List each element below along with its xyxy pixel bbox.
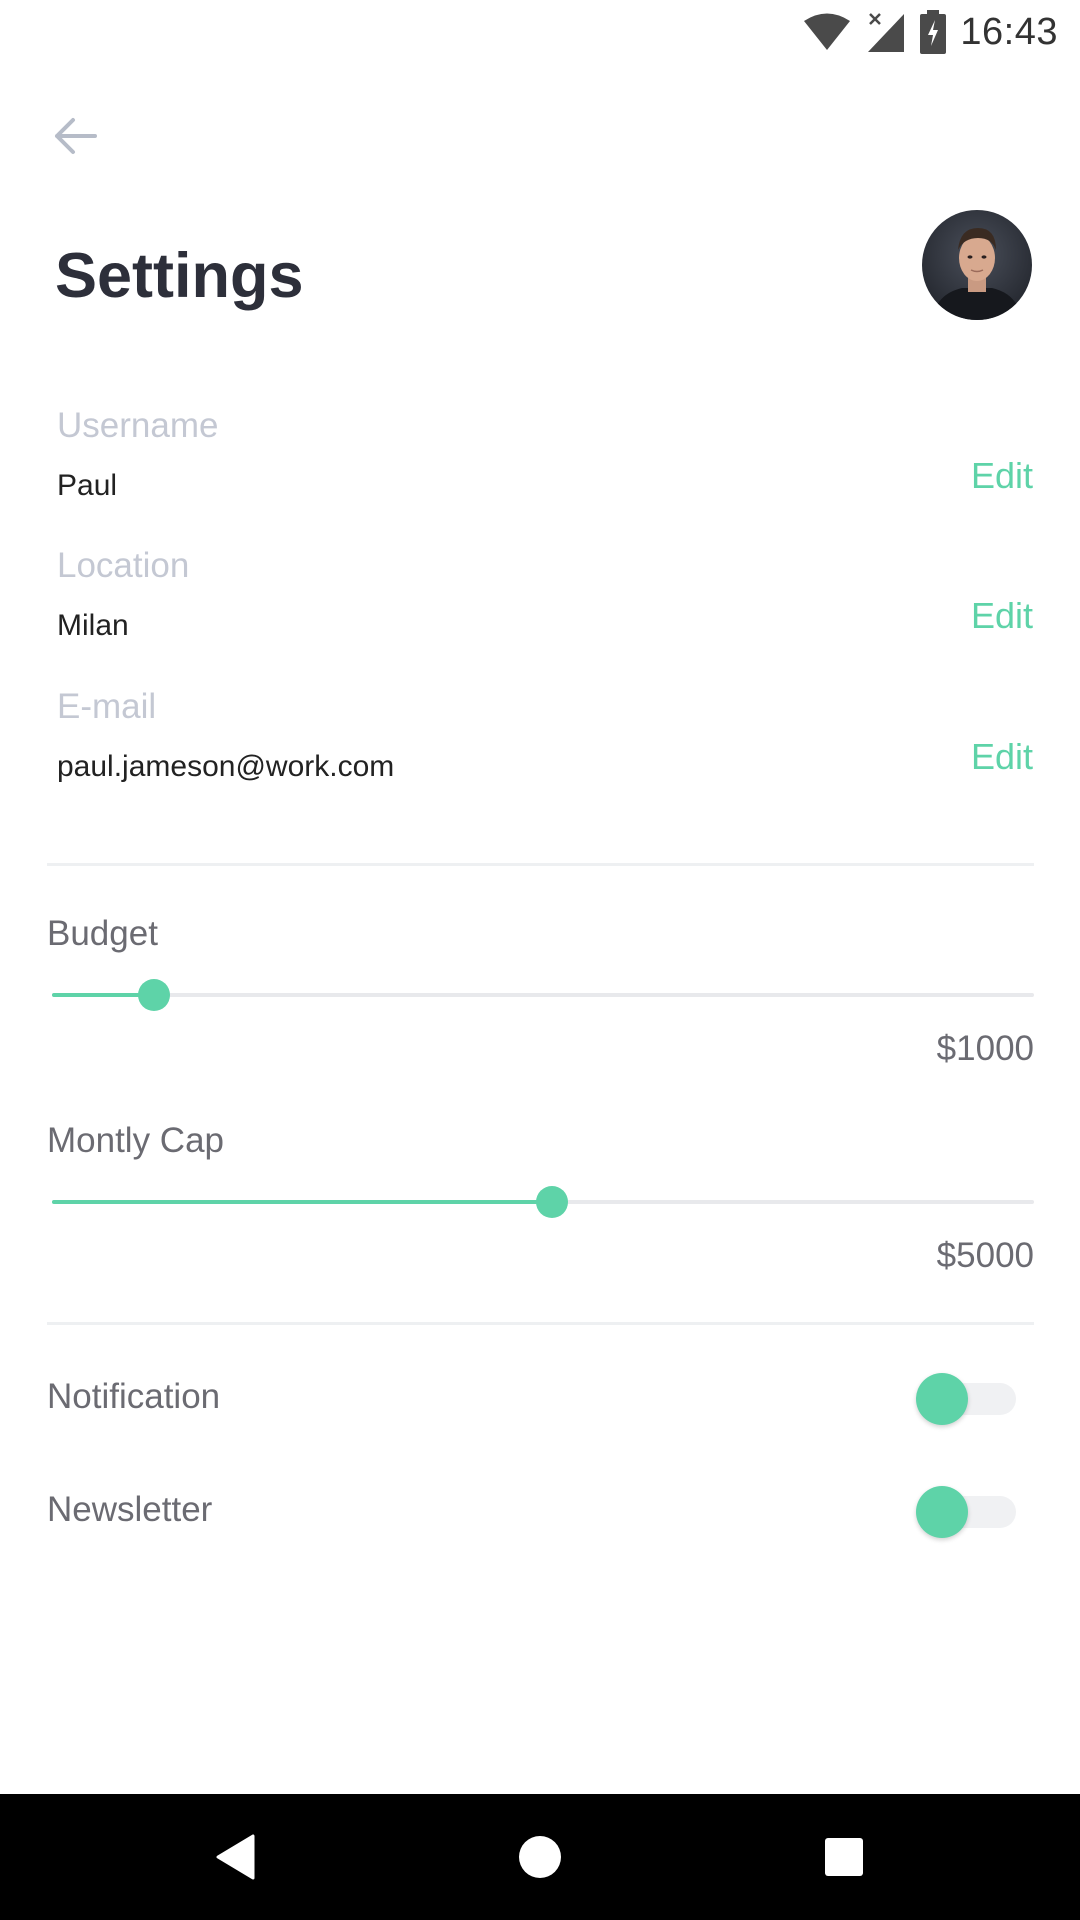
page-title: Settings bbox=[55, 241, 304, 311]
monthly-cap-label: Montly Cap bbox=[47, 1121, 225, 1160]
newsletter-row: Newsletter bbox=[47, 1480, 1034, 1540]
navigation-bar bbox=[0, 1794, 1080, 1920]
username-label: Username bbox=[57, 406, 219, 445]
edit-location-button[interactable]: Edit bbox=[971, 594, 1033, 638]
monthly-cap-value: $5000 bbox=[936, 1236, 1034, 1275]
location-field: Location Milan Edit bbox=[57, 544, 1035, 654]
nav-recents-button[interactable] bbox=[814, 1827, 874, 1887]
divider bbox=[47, 863, 1034, 866]
toggle-knob bbox=[916, 1373, 968, 1425]
monthly-cap-slider[interactable] bbox=[52, 1186, 1034, 1218]
monthly-cap-slider-block: Montly Cap $5000 bbox=[47, 1119, 1034, 1289]
monthly-cap-slider-fill bbox=[52, 1200, 552, 1204]
nav-home-button[interactable] bbox=[510, 1827, 570, 1887]
wifi-icon bbox=[804, 13, 851, 50]
username-field: Username Paul Edit bbox=[57, 404, 1035, 514]
status-bar: 16:43 bbox=[0, 0, 1080, 64]
budget-slider-thumb[interactable] bbox=[138, 979, 171, 1011]
budget-label: Budget bbox=[47, 914, 158, 953]
notification-toggle[interactable] bbox=[916, 1373, 1016, 1425]
avatar[interactable] bbox=[922, 210, 1032, 320]
battery-charging-icon bbox=[920, 10, 947, 54]
username-value: Paul bbox=[57, 469, 118, 502]
edit-email-button[interactable]: Edit bbox=[971, 735, 1033, 779]
monthly-cap-slider-thumb[interactable] bbox=[535, 1186, 568, 1218]
status-icons: 16:43 bbox=[802, 8, 1058, 56]
location-label: Location bbox=[57, 546, 190, 585]
edit-username-button[interactable]: Edit bbox=[971, 454, 1033, 498]
signal-no-data-icon bbox=[868, 13, 905, 52]
notification-row: Notification bbox=[47, 1367, 1034, 1427]
budget-value: $1000 bbox=[936, 1029, 1034, 1068]
budget-slider[interactable] bbox=[52, 979, 1034, 1011]
notification-label: Notification bbox=[47, 1377, 221, 1416]
arrow-left-icon bbox=[55, 118, 97, 154]
divider bbox=[47, 1322, 1034, 1325]
back-triangle-icon bbox=[216, 1834, 255, 1880]
recents-square-icon bbox=[825, 1838, 863, 1876]
newsletter-label: Newsletter bbox=[47, 1490, 213, 1529]
avatar-image bbox=[922, 210, 1032, 320]
status-time: 16:43 bbox=[960, 10, 1058, 53]
email-label: E-mail bbox=[57, 687, 157, 726]
email-field: E-mail paul.jameson@work.com Edit bbox=[57, 685, 1035, 795]
email-value: paul.jameson@work.com bbox=[57, 750, 395, 783]
home-circle-icon bbox=[519, 1836, 561, 1878]
toggle-knob bbox=[916, 1486, 968, 1538]
back-button[interactable] bbox=[40, 105, 110, 167]
nav-back-button[interactable] bbox=[205, 1827, 265, 1887]
budget-slider-block: Budget $1000 bbox=[47, 912, 1034, 1082]
newsletter-toggle[interactable] bbox=[916, 1486, 1016, 1538]
location-value: Milan bbox=[57, 609, 129, 642]
